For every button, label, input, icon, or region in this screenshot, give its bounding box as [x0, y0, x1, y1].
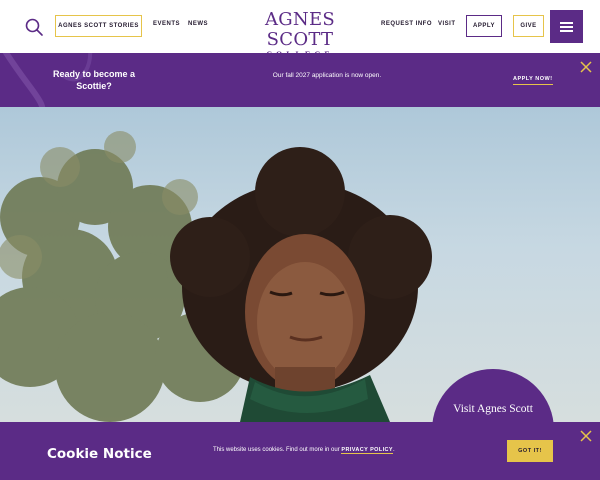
- nav-visit[interactable]: VISIT: [438, 21, 456, 27]
- close-icon[interactable]: [580, 429, 592, 442]
- nav-news[interactable]: NEWS: [188, 21, 208, 27]
- college-logo[interactable]: AGNES SCOTT COLLEGE: [232, 10, 368, 60]
- banner-text: Our fall 2027 application is now open.: [272, 72, 382, 79]
- search-icon[interactable]: [24, 17, 44, 37]
- privacy-policy-link[interactable]: PRIVACY POLICY: [341, 447, 393, 454]
- nav-events[interactable]: EVENTS: [153, 21, 180, 27]
- apply-now-link[interactable]: APPLY NOW!: [513, 76, 553, 85]
- cookie-period: .: [392, 447, 395, 453]
- close-icon[interactable]: [580, 60, 592, 73]
- cookie-notice: Cookie Notice This website uses cookies.…: [0, 422, 600, 480]
- cookie-title: Cookie Notice: [47, 446, 152, 462]
- apply-button[interactable]: APPLY: [466, 15, 502, 37]
- hamburger-menu-icon[interactable]: [550, 10, 583, 43]
- logo-wordmark: AGNES SCOTT: [264, 9, 336, 50]
- visit-badge-label[interactable]: Visit Agnes Scott: [440, 403, 546, 415]
- cookie-message: This website uses cookies. Find out more…: [213, 447, 395, 454]
- give-button[interactable]: GIVE: [513, 15, 544, 37]
- cookie-text: This website uses cookies. Find out more…: [213, 447, 340, 453]
- site-header: AGNES SCOTT STORIES EVENTS NEWS AGNES SC…: [0, 0, 600, 60]
- nav-request-info[interactable]: REQUEST INFO: [381, 21, 432, 27]
- nav-agnes-scott-stories[interactable]: AGNES SCOTT STORIES: [55, 15, 142, 37]
- banner-title: Ready to become a Scottie?: [52, 69, 136, 91]
- application-banner: Ready to become a Scottie? Our fall 2027…: [0, 53, 600, 107]
- accept-cookies-button[interactable]: GOT IT!: [507, 440, 553, 462]
